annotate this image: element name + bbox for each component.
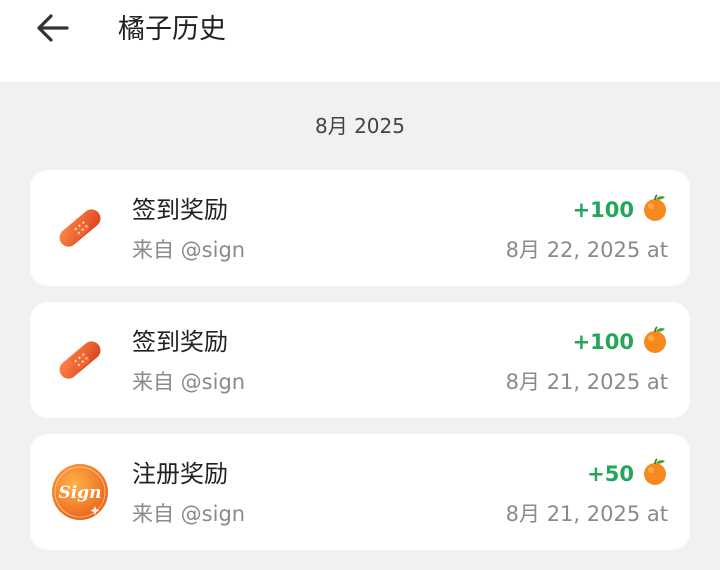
record-title: 注册奖励 xyxy=(132,460,228,488)
history-record[interactable]: 签到奖励 来自 @sign +100 8月 21, 2025 at xyxy=(30,302,690,418)
orange-icon xyxy=(642,326,668,358)
record-amount: +100 xyxy=(572,198,634,222)
record-date: 8月 21, 2025 at xyxy=(505,370,668,394)
history-record[interactable]: 签到奖励 来自 @sign +100 8月 22, 2025 at xyxy=(30,170,690,286)
record-title: 签到奖励 xyxy=(132,196,228,224)
record-source: 来自 @sign xyxy=(132,370,246,394)
record-date: 8月 21, 2025 at xyxy=(505,502,668,526)
record-amount: +100 xyxy=(572,330,634,354)
bandage-icon xyxy=(50,330,110,390)
page-title: 橘子历史 xyxy=(118,14,226,45)
record-source: 来自 @sign xyxy=(132,502,246,526)
history-record[interactable]: Sign 注册奖励 来自 @sign +50 8月 21, 2025 at xyxy=(30,434,690,550)
record-date: 8月 22, 2025 at xyxy=(505,238,668,262)
svg-text:Sign: Sign xyxy=(59,483,102,503)
bandage-icon xyxy=(50,198,110,258)
record-amount-group: +100 xyxy=(573,192,668,228)
app-header: 橘子历史 xyxy=(0,0,720,82)
sign-badge-icon: Sign xyxy=(50,462,110,522)
orange-icon xyxy=(642,194,668,226)
history-list: 签到奖励 来自 @sign +100 8月 22, 2025 at 签到奖励 来… xyxy=(30,170,690,566)
record-amount-group: +100 xyxy=(573,324,668,360)
record-title: 签到奖励 xyxy=(132,328,228,356)
month-label: 8月 2025 xyxy=(315,114,405,138)
back-button[interactable] xyxy=(24,8,80,52)
orange-icon xyxy=(642,458,668,490)
record-amount-group: +50 xyxy=(587,456,668,492)
arrow-left-icon xyxy=(35,13,69,47)
record-source: 来自 @sign xyxy=(132,238,246,262)
record-amount: +50 xyxy=(587,462,634,486)
